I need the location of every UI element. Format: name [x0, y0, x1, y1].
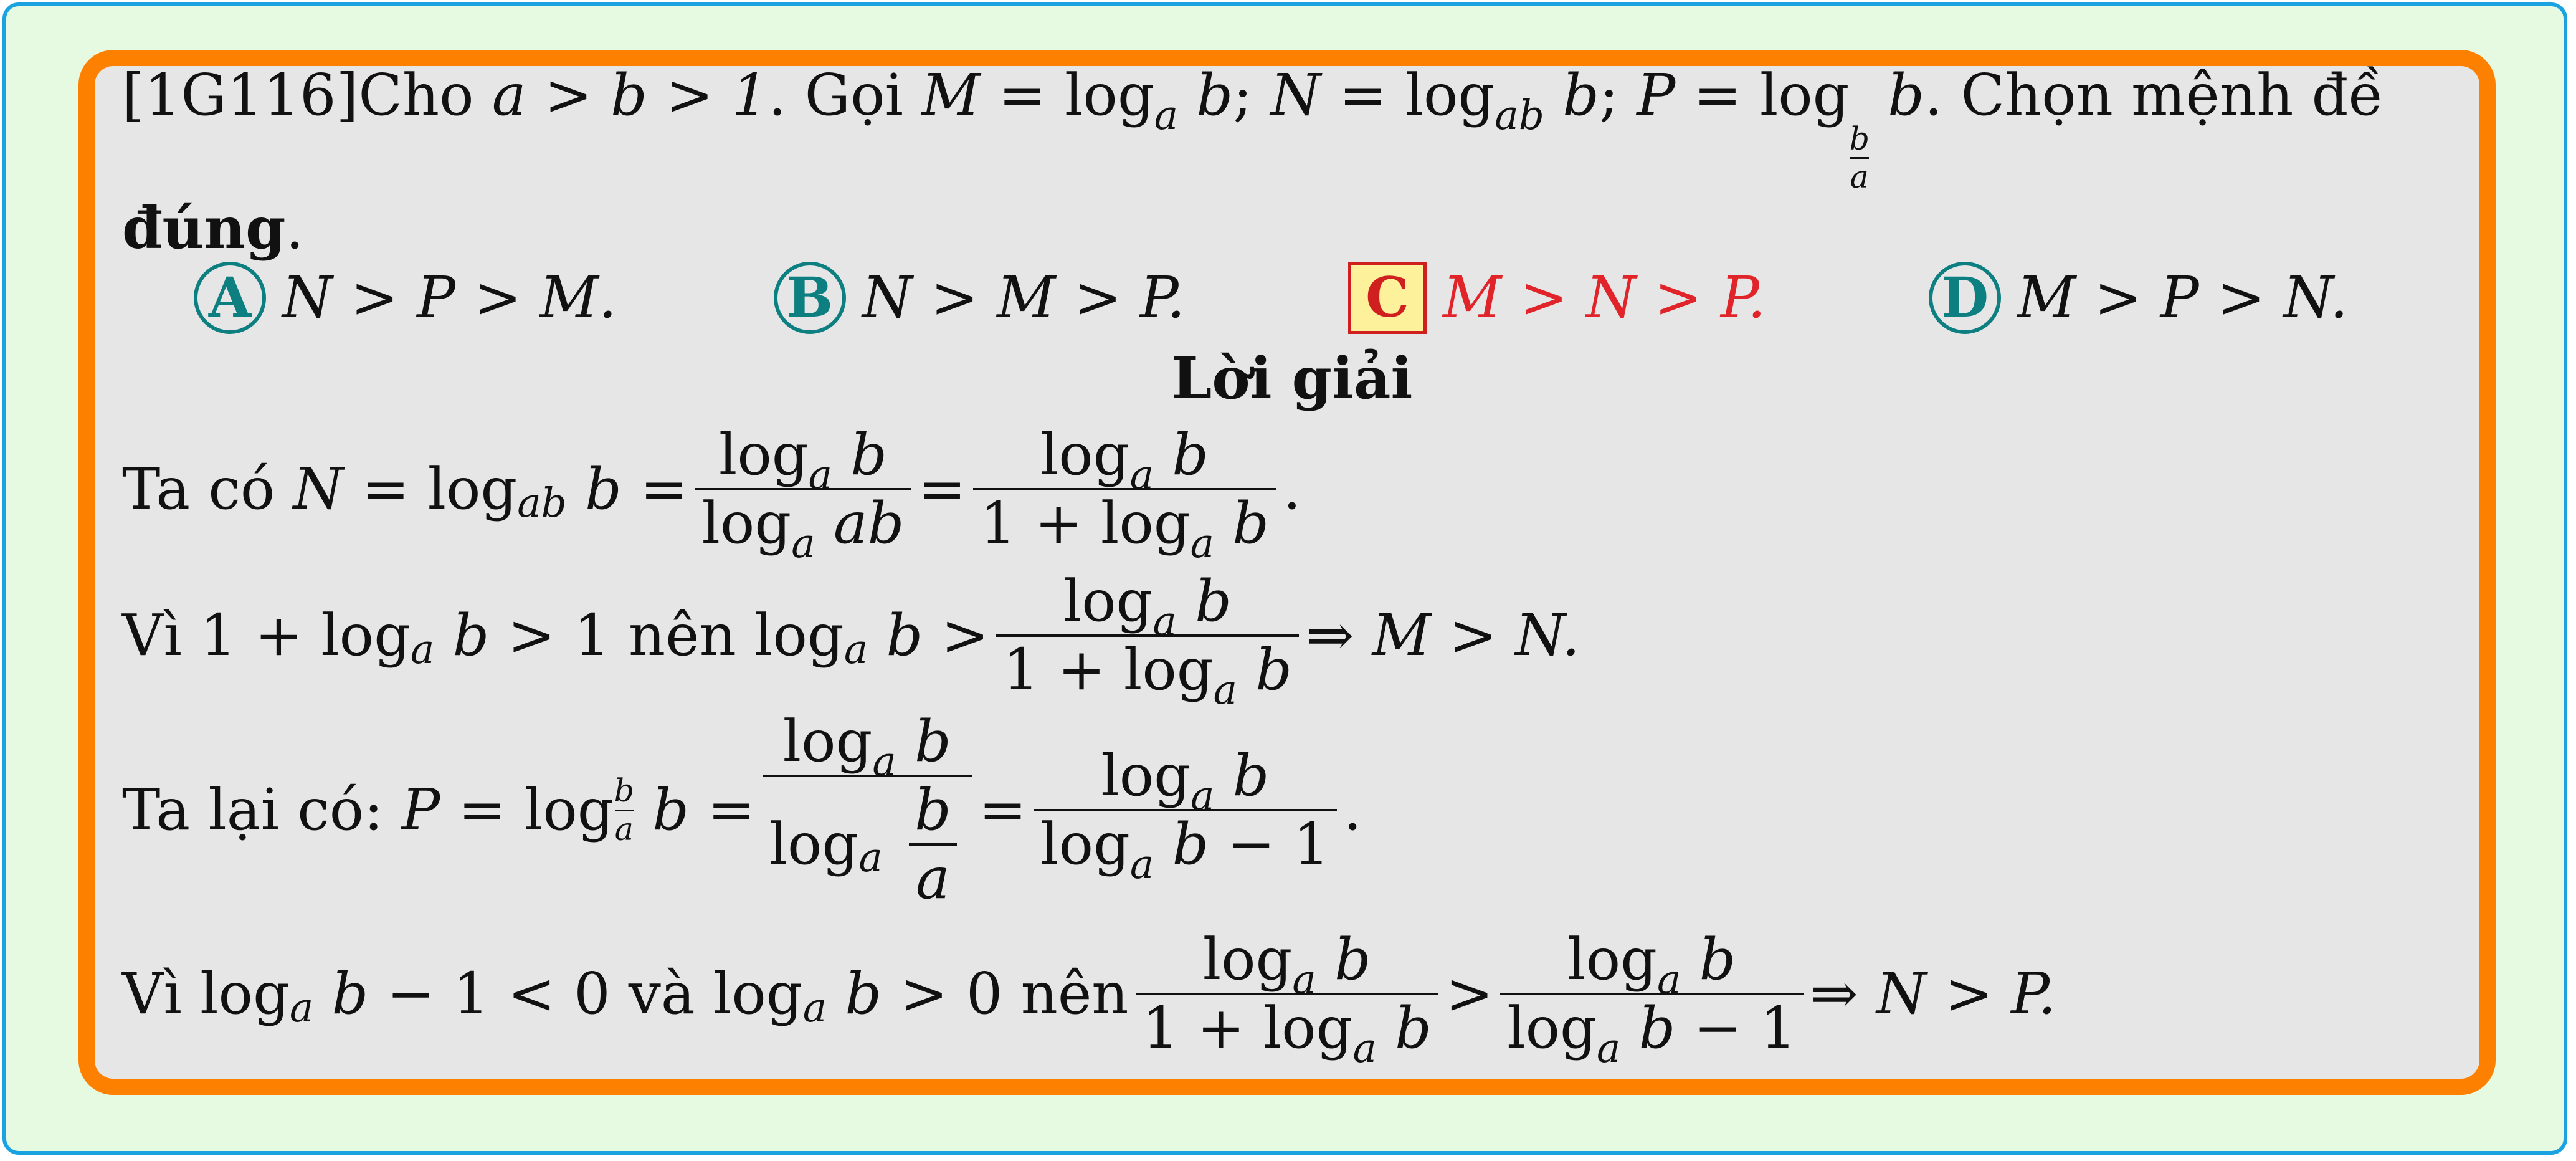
frac-compare-right: loga b loga b − 1	[1500, 927, 1804, 1071]
N-symbol: N	[293, 456, 343, 523]
solution-heading: Lời giải	[1171, 345, 1413, 412]
log-base-a: a	[1154, 92, 1179, 139]
equals: =	[1693, 62, 1742, 128]
choice-c[interactable]: C M > N > P.	[1348, 262, 1766, 334]
equals: =	[1339, 62, 1387, 128]
var-b: b	[1196, 62, 1233, 128]
question-line-2: đúng.	[122, 194, 304, 262]
solution-line-2: Vì 1 + log a b > 1 nên log a b > loga b 1 …	[122, 568, 1580, 714]
var-b: b	[1562, 62, 1600, 128]
log-base-b-over-a: ba	[1849, 120, 1870, 195]
solution-line-1: Ta có N = log ab b = loga b loga ab = log…	[122, 421, 1301, 567]
choice-b-text: N > M > P.	[862, 264, 1186, 332]
frac-compare-left: loga b 1 + loga b	[1135, 927, 1439, 1071]
equals: =	[998, 62, 1047, 128]
solution-line-4: Vì log a b − 1 < 0 và log a b > 0 nên loga…	[122, 926, 2056, 1072]
choice-a[interactable]: A N > P > M.	[194, 262, 617, 334]
choice-a-marker: A	[194, 262, 266, 334]
frac-loga-b-over-loga-b-minus-1: loga b loga b − 1	[1034, 743, 1337, 887]
problem-content: [1G116]Cho a > b > 1. Gọi M = loga b; N …	[122, 62, 2462, 1084]
semicolon: ;	[1599, 62, 1619, 128]
question-intro: Cho	[358, 62, 474, 128]
frac-loga-b-over-1-plus-2: loga b 1 + loga b	[996, 568, 1300, 713]
log-base-ab: ab	[1495, 92, 1544, 139]
frac-loga-b-over-loga-b-a: loga b log a ba	[762, 709, 972, 911]
solution-line-3: Ta lại có: P = log b a b = loga b log a ba …	[122, 708, 1362, 912]
log-M: log	[1065, 62, 1154, 128]
question-id: [1G116]	[122, 62, 359, 128]
ta-co: Ta có	[122, 456, 275, 523]
choice-d-text: M > P > N.	[2017, 264, 2349, 332]
semicolon: ;	[1233, 62, 1253, 128]
choice-d[interactable]: D M > P > N.	[1929, 262, 2348, 334]
frac-loga-b-over-loga-ab: loga b loga ab	[695, 422, 911, 566]
log-P: log	[1759, 62, 1850, 128]
N-symbol: N	[1270, 62, 1321, 128]
question-line-1: [1G116]Cho a > b > 1. Gọi M = loga b; N …	[122, 62, 2384, 195]
choice-c-text: M > N > P.	[1443, 264, 1766, 332]
choice-b-marker: B	[774, 262, 846, 334]
question-condition: a > b > 1	[492, 62, 769, 128]
M-symbol: M	[921, 62, 981, 128]
period: .	[285, 195, 304, 262]
question-goi: . Gọi	[768, 62, 903, 128]
choice-c-marker: C	[1348, 262, 1427, 334]
choice-a-text: N > P > M.	[282, 264, 617, 332]
log-N: log	[1405, 62, 1495, 128]
choices-row: A N > P > M. B N > M > P. C M > N > P. D…	[122, 262, 2462, 343]
P-symbol: P	[1637, 62, 1676, 128]
choice-b[interactable]: B N > M > P.	[774, 262, 1185, 334]
frac-loga-b-over-1-plus: loga b 1 + loga b	[972, 422, 1276, 566]
var-b: b	[1888, 62, 1925, 128]
choice-d-marker: D	[1929, 262, 2001, 334]
question-tail: . Chọn mệnh đề	[1924, 62, 2384, 128]
bold-word: đúng	[122, 194, 286, 262]
